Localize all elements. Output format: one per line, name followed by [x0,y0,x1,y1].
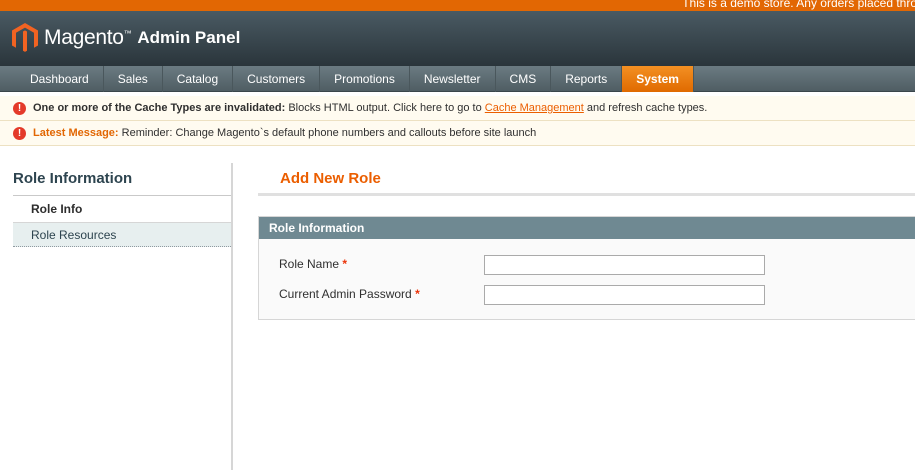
nav-system[interactable]: System [622,66,694,92]
sidebar-title: Role Information [13,170,133,187]
nav-catalog[interactable]: Catalog [163,66,234,92]
cache-management-link[interactable]: Cache Management [485,102,584,114]
latest-message-text: Reminder: Change Magento`s default phone… [118,127,537,139]
latest-message-bold: Latest Message: [33,127,119,139]
required-marker: * [342,257,348,271]
fieldset-title: Role Information [259,217,915,239]
current-password-label: Current Admin Password * [279,287,420,301]
page-title: Add New Role [280,170,381,187]
nav-customers[interactable]: Customers [233,66,321,92]
logo-subtitle: Admin Panel [137,28,241,47]
role-name-label: Role Name * [279,257,348,271]
alert-icon: ! [13,102,26,115]
cache-invalidated-message: ! One or more of the Cache Types are inv… [0,96,915,121]
logo-wordmark: Magento [44,26,124,49]
demo-notice-text: This is a demo store. Any orders placed … [682,0,915,10]
demo-notice-bar: This is a demo store. Any orders placed … [0,0,915,11]
nav-newsletter[interactable]: Newsletter [410,66,496,92]
role-name-input[interactable] [484,255,765,275]
nav-reports[interactable]: Reports [551,66,623,92]
alert-icon: ! [13,127,26,140]
role-sidebar: Role Information Role Info Role Resource… [0,163,233,470]
required-marker: * [415,287,420,301]
cache-message-bold: One or more of the Cache Types are inval… [33,102,286,114]
role-information-fieldset: Role Information Role Name * Current Adm… [258,216,915,320]
nav-sales[interactable]: Sales [104,66,163,92]
tab-role-resources[interactable]: Role Resources [13,222,231,247]
admin-header: Magento™ Admin Panel [0,11,915,66]
nav-cms[interactable]: CMS [496,66,552,92]
sidebar-divider [13,195,231,196]
tab-role-info[interactable]: Role Info [13,197,231,222]
main-nav: Dashboard Sales Catalog Customers Promot… [0,66,915,92]
nav-dashboard[interactable]: Dashboard [16,66,104,92]
cache-message-text: Blocks HTML output. Click here to go to [285,102,485,114]
magento-logo[interactable]: Magento™ Admin Panel [12,21,240,55]
magento-logo-icon [12,23,38,52]
logo-trademark: ™ [123,29,132,38]
cache-message-after: and refresh cache types. [583,102,708,114]
latest-message: ! Latest Message: Reminder: Change Magen… [0,121,915,146]
nav-promotions[interactable]: Promotions [320,66,410,92]
title-divider [258,193,915,196]
current-admin-password-input[interactable] [484,285,765,305]
